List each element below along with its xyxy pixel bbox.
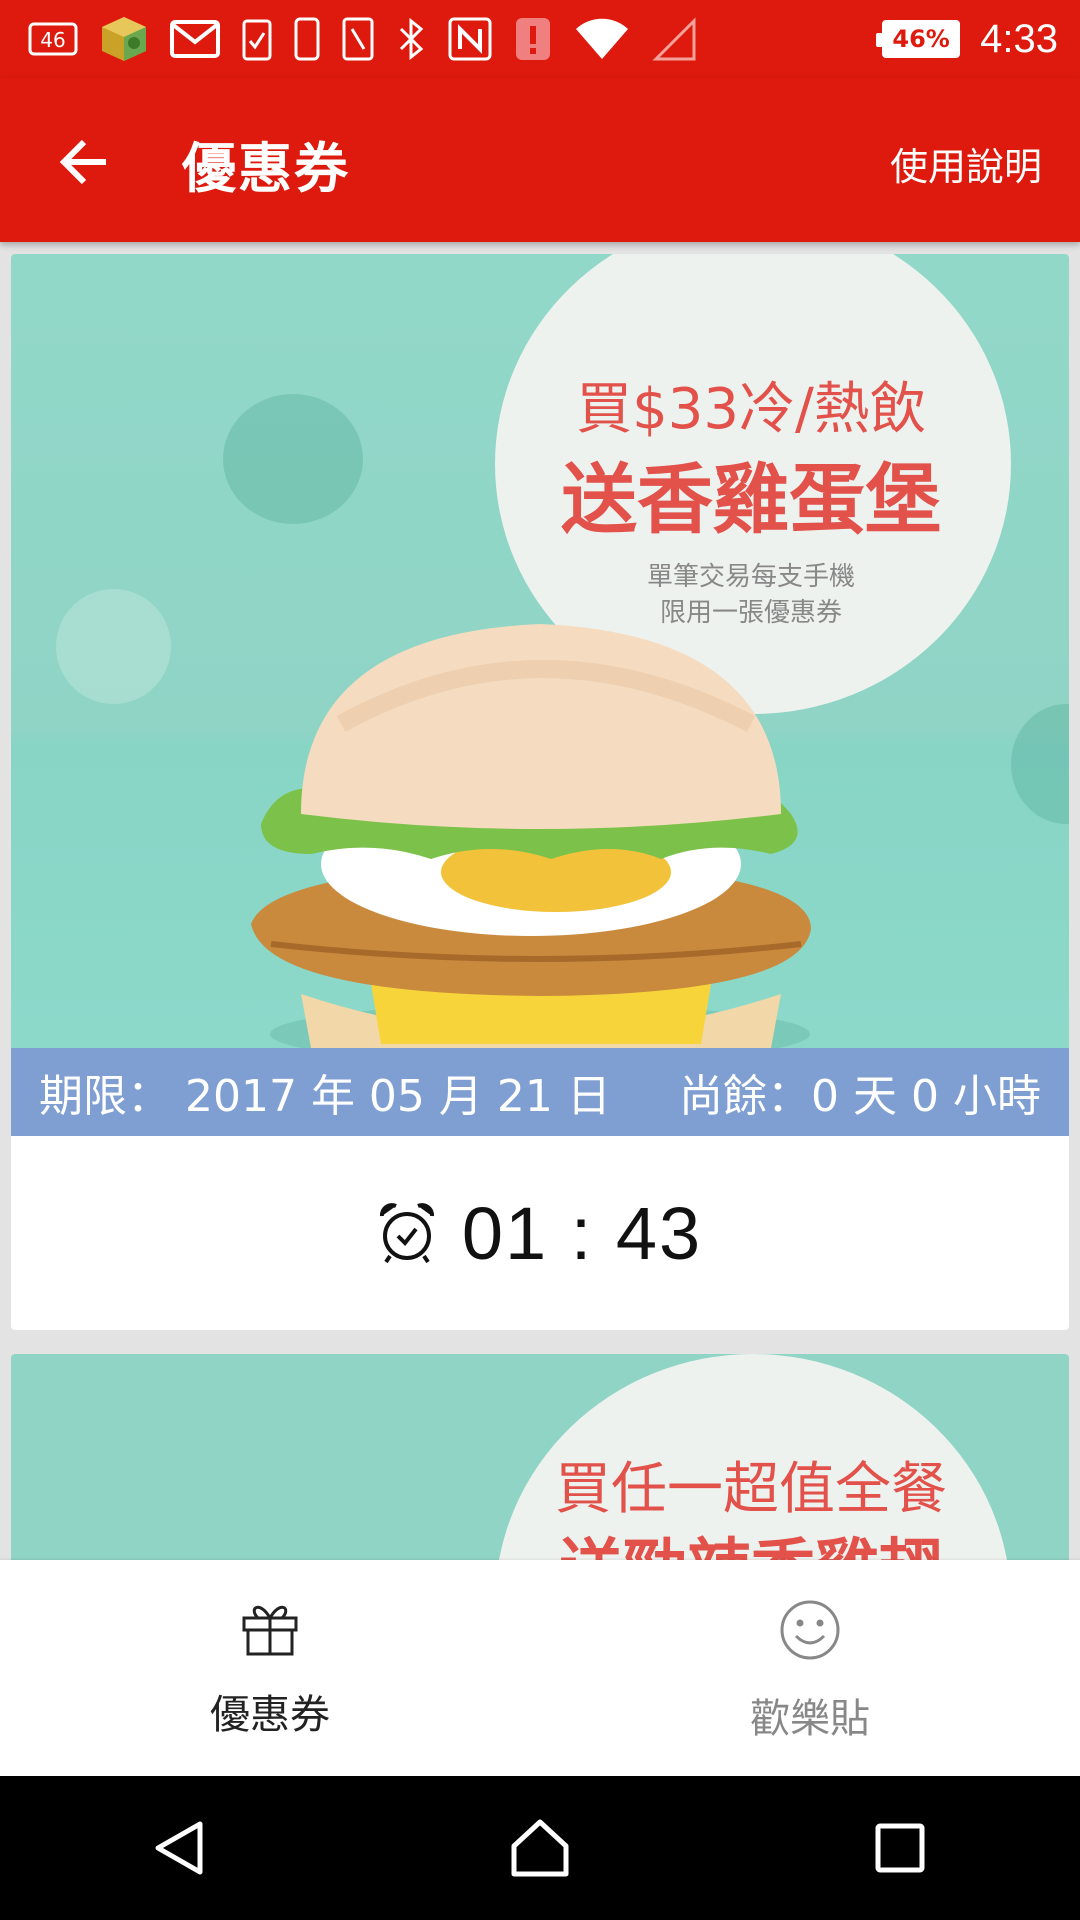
tab-coupons[interactable]: 優惠券 [0,1560,540,1776]
wifi-icon [574,17,630,61]
coupon-image: 買任一超值全餐 送勁辣香雞翅 [11,1354,1069,1560]
remaining-time: 尚餘：0 天 0 小時 [679,1071,1041,1122]
battery-icon: 46% [876,20,961,58]
nav-recents-button[interactable] [830,1788,970,1908]
cell-signal-icon [652,17,696,61]
page-title: 優惠券 [182,137,350,200]
app-bar: 優惠券 使用說明 [0,78,1080,242]
promo-headline: 買任一超值全餐 [555,1457,947,1522]
notification-icons: 46 [28,14,696,64]
promo-offer: 送勁辣香雞翅 [531,1518,971,1560]
bluetooth-icon [396,17,426,61]
back-button[interactable] [48,126,120,198]
coupon-list[interactable]: 買$33冷/熱飲 送香雞蛋堡 單筆交易每支手機 限用一張優惠券 期限： 2017… [0,242,1080,1560]
status-bar: 46 46% 4:33 [0,0,1080,78]
expiry-bar: 期限： 2017 年 05 月 21 日 尚餘：0 天 0 小時 [11,1048,1069,1136]
expiry-date: 期限： 2017 年 05 月 21 日 [39,1071,611,1122]
smiley-icon [780,1600,840,1660]
gmail-icon [170,20,220,58]
clock: 4:33 [980,16,1058,61]
battery-percent: 46% [892,25,950,53]
home-icon [511,1819,569,1877]
alert-icon [514,16,552,62]
coupon-image: 買$33冷/熱飲 送香雞蛋堡 單筆交易每支手機 限用一張優惠券 [11,254,1069,1048]
sim-badge-icon: 46 [28,21,78,57]
nav-back-button[interactable] [110,1788,250,1908]
alarm-clock-icon [379,1203,434,1264]
tab-label: 歡樂貼 [750,1696,870,1742]
tab-stickers[interactable]: 歡樂貼 [540,1560,1080,1776]
system-nav-bar [0,1776,1080,1920]
gift-icon [242,1605,298,1656]
countdown-row: 01 : 43 [11,1136,1069,1330]
phone-icon [294,17,320,61]
tab-label: 優惠券 [210,1692,330,1738]
help-button[interactable]: 使用說明 [890,136,1042,191]
countdown-timer: 01 : 43 [461,1191,703,1275]
nav-home-button[interactable] [470,1788,610,1908]
nfc-icon [448,17,492,61]
svg-text:46: 46 [40,28,65,52]
back-triangle-icon [155,1821,203,1875]
coupon-card[interactable]: 買任一超值全餐 送勁辣香雞翅 [11,1354,1069,1560]
bottom-tab-bar: 優惠券 歡樂貼 [0,1560,1080,1776]
recents-square-icon [875,1823,925,1873]
burger-image [251,624,811,1048]
status-right: 46% 4:33 [876,10,1058,68]
app-cube-icon [100,15,148,63]
coupon-card[interactable]: 買$33冷/熱飲 送香雞蛋堡 單筆交易每支手機 限用一張優惠券 期限： 2017… [11,254,1069,1330]
arrow-left-icon [59,139,106,185]
tablet-icon [342,17,374,61]
task-icon [242,17,272,61]
